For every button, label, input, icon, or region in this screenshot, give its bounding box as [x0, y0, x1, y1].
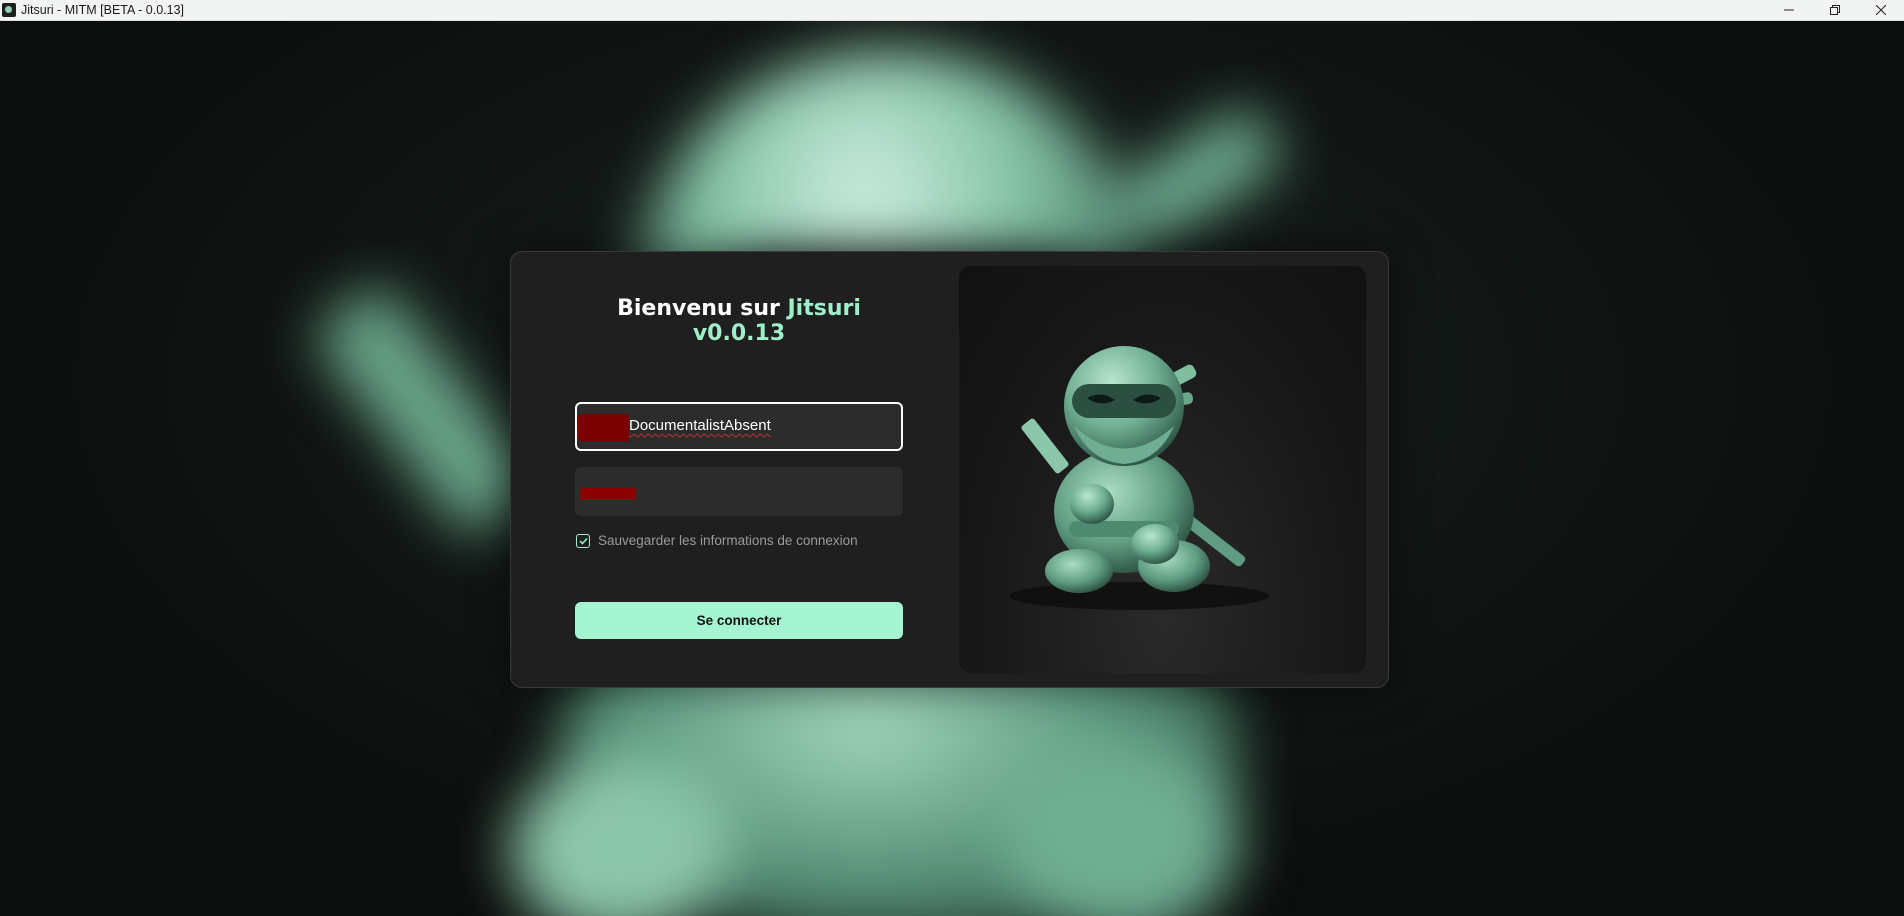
app-icon	[2, 3, 16, 17]
remember-option[interactable]: Sauvegarder les informations de connexio…	[575, 533, 858, 548]
minimize-button[interactable]	[1766, 0, 1812, 20]
welcome-heading: Bienvenu sur Jitsuri v0.0.13	[575, 296, 903, 346]
check-icon	[578, 537, 588, 545]
login-dialog: Bienvenu sur Jitsuri v0.0.13 Documentali…	[510, 251, 1389, 688]
close-button[interactable]	[1858, 0, 1904, 20]
restore-button[interactable]	[1812, 0, 1858, 20]
minimize-icon	[1784, 9, 1794, 11]
ninja-mascot-illustration	[1009, 346, 1269, 610]
username-input[interactable]: DocumentalistAbsent	[575, 402, 903, 451]
welcome-prefix: Bienvenu sur	[617, 296, 788, 321]
redaction-block	[577, 414, 629, 441]
login-button[interactable]: Se connecter	[575, 602, 903, 639]
password-input[interactable]	[575, 467, 903, 516]
username-value: DocumentalistAbsent	[629, 417, 771, 434]
remember-checkbox[interactable]	[576, 533, 590, 548]
remember-label: Sauvegarder les informations de connexio…	[598, 533, 858, 548]
ninja-mascot-image	[959, 266, 1366, 673]
close-icon	[1876, 5, 1886, 15]
window-titlebar[interactable]: Jitsuri - MITM [BETA - 0.0.13]	[0, 0, 1904, 21]
window-controls	[1766, 0, 1904, 20]
restore-icon	[1830, 5, 1840, 15]
window-title: Jitsuri - MITM [BETA - 0.0.13]	[21, 3, 184, 17]
redaction-block	[580, 488, 636, 500]
